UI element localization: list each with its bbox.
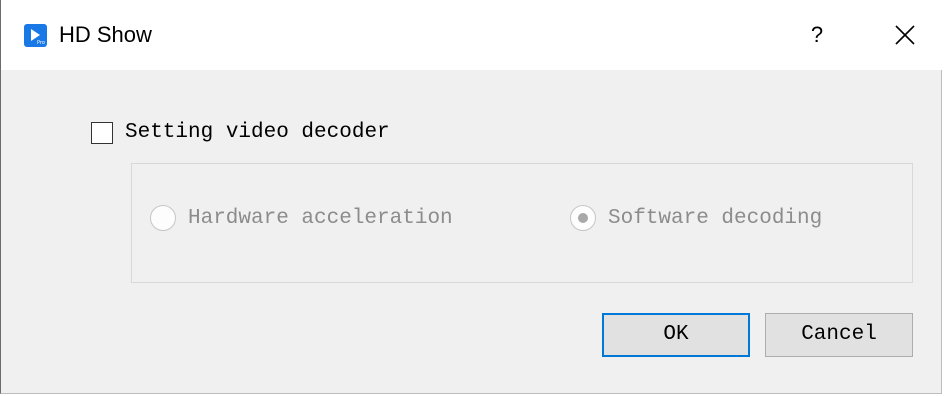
setting-video-decoder-checkbox[interactable] (91, 122, 113, 144)
radio-selected-dot (578, 213, 588, 223)
cancel-button[interactable]: Cancel (765, 313, 913, 357)
hd-show-app-icon: Pro (24, 24, 47, 47)
software-decoding-radio[interactable] (570, 205, 596, 231)
help-button[interactable]: ? (799, 17, 835, 53)
hardware-acceleration-label[interactable]: Hardware acceleration (188, 205, 453, 233)
title-bar[interactable]: Pro HD Show ? (1, 0, 942, 70)
close-button[interactable] (885, 17, 925, 53)
window-title: HD Show (59, 22, 152, 47)
pro-badge: Pro (37, 40, 45, 46)
setting-video-decoder-label[interactable]: Setting video decoder (125, 119, 390, 147)
software-decoding-label[interactable]: Software decoding (608, 205, 822, 233)
dialog-window: Pro HD Show ? Setting video decoder Hard… (0, 0, 942, 394)
hardware-acceleration-radio[interactable] (150, 205, 176, 231)
close-icon (895, 25, 915, 45)
ok-button[interactable]: OK (602, 313, 750, 357)
